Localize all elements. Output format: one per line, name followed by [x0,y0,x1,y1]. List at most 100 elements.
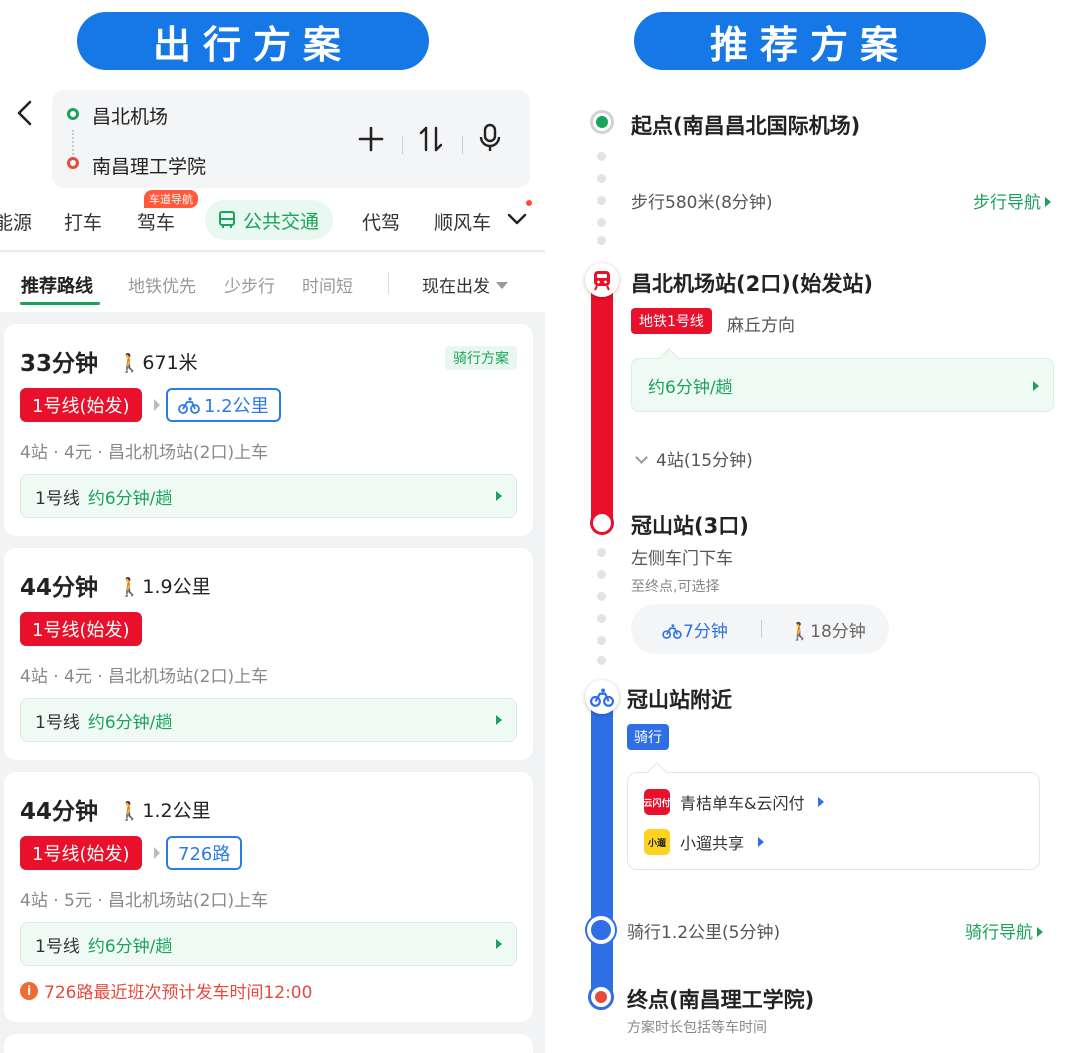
arrow-right-icon [496,491,502,501]
arrow-right-icon [1037,927,1043,937]
arrow-right-icon [818,797,825,807]
arrow-right-icon [758,837,765,847]
walk-dot [597,174,606,183]
walk-dot [597,570,606,579]
walk-dot [597,196,606,205]
back-arrow-icon[interactable] [12,98,38,128]
walk-dot [597,218,606,227]
line-frequency-box[interactable]: 1号线 约6分钟/趟 [20,922,517,966]
route-card[interactable]: 44分钟 🚶 1.2公里 1号线(始发) 726路 4站 · 5元 · 昌北机场站… [4,772,533,1022]
bike-route-bar [591,694,613,996]
walking-icon: 🚶 [789,622,811,642]
destination-field[interactable]: 南昌理工学院 [92,152,206,179]
alighting-station: 冠山站(3口) [631,514,749,538]
walk-navigation-link[interactable]: 步行导航 [973,188,1051,213]
filter-shortest-time[interactable]: 时间短 [302,272,353,297]
option-walk-time: 18分钟 [810,622,866,642]
notification-dot [526,200,532,206]
mode-tab-chauffeur[interactable]: 代驾 [362,208,400,235]
left-banner: 出行方案 [77,12,429,70]
depart-time-dropdown[interactable]: 现在出发 [422,272,508,297]
provider-qingju-name: 青桔单车&云闪付 [680,794,805,813]
mode-tab-drive[interactable]: 驾车 [137,208,175,235]
frequency-line-name: 1号线 [35,712,80,733]
mode-tab-public-transit-label: 公共交通 [243,210,320,233]
route-card[interactable]: 33分钟 🚶 671米 骑行方案 1号线(始发) 1.2公里 4站 · 4元 · … [4,324,533,536]
metro-route-bar [591,276,613,522]
mode-tab-taxi[interactable]: 打车 [64,208,102,235]
walking-icon: 🚶 [118,801,141,822]
route-search-box[interactable]: 昌北机场 南昌理工学院 [52,90,530,188]
mode-tab-carpool[interactable]: 顺风车 [434,208,491,235]
arrow-right-icon [1045,197,1051,207]
near-station: 冠山站附近 [627,688,732,712]
mode-tab-public-transit[interactable]: 公共交通 [205,200,333,240]
filter-less-walking[interactable]: 少步行 [224,272,275,297]
add-waypoint-icon[interactable] [358,126,384,152]
boarding-station: 昌北机场站(2口)(始发站) [631,272,874,296]
filter-metro-first[interactable]: 地铁优先 [128,272,196,297]
active-filter-underline [20,302,100,305]
frequency-line-name: 1号线 [35,936,80,957]
arrow-right-icon [496,715,502,725]
tool-separator [402,136,403,154]
chip-arrow-icon [154,399,160,411]
divider [0,250,545,254]
mode-tab-energy[interactable]: 能源 [0,208,32,235]
line-frequency-box[interactable]: 1号线 约6分钟/趟 [20,698,517,742]
bus-departure-warning: i 726路最近班次预计发车时间12:00 [20,978,312,1003]
depart-time-label: 现在出发 [422,277,490,297]
arrow-right-icon [496,939,502,949]
line-frequency-box[interactable]: 1号线 约6分钟/趟 [20,474,517,518]
bus-line-chip: 726路 [166,836,243,870]
metro-frequency-box[interactable]: 约6分钟/趟 [631,348,1054,412]
route-list: 33分钟 🚶 671米 骑行方案 1号线(始发) 1.2公里 4站 · 4元 · … [0,312,545,1053]
route-filter-tabs: 推荐路线 地铁优先 少步行 时间短 现在出发 [0,264,545,305]
right-banner: 推荐方案 [634,12,986,70]
drive-lane-nav-badge: 车道导航 [144,190,198,208]
walk-dot [597,636,606,645]
route-card[interactable] [4,1034,533,1053]
filter-separator [388,272,389,294]
route-card[interactable]: 44分钟 🚶 1.9公里 1号线(始发) 4站 · 4元 · 昌北机场站(2口)上… [4,548,533,760]
tool-separator [462,136,463,154]
xiaoliu-logo: 小遛 [644,829,670,855]
provider-xiaoliu-name: 小遛共享 [680,834,745,853]
option-bike[interactable]: 7分钟 [661,617,728,642]
provider-xiaoliu[interactable]: 小遛 小遛共享 [644,829,765,855]
metro-line-chip: 1号线(始发) [20,612,142,646]
ride-segment: 骑行1.2公里(5分钟) [627,923,781,943]
bike-share-providers: 云闪付 青桔单车&云闪付 小遛 小遛共享 [627,762,1040,870]
microphone-icon[interactable] [478,123,502,153]
route-walk-distance: 🚶 671米 [118,348,198,375]
ride-navigation-link[interactable]: 骑行导航 [965,918,1043,943]
route-options-panel: 昌北机场 南昌理工学院 能源 打车 驾车 车道导航 公共交通 代驾 顺风车 推荐… [0,80,545,1053]
end-node [588,984,614,1010]
chevron-down-icon[interactable] [506,208,528,230]
walk-dot [597,656,606,665]
walk-dot [597,592,606,601]
provider-qingju[interactable]: 云闪付 青桔单车&云闪付 [644,789,825,815]
walk-segment: 步行580米(8分钟) [631,193,773,213]
metro-line-badge: 地铁1号线 [631,308,712,334]
destination-dot-icon [67,157,79,169]
route-station-info: 4站 · 4元 · 昌北机场站(2口)上车 [20,443,269,463]
frequency-text: 约6分钟/趟 [87,488,173,509]
walk-navigation-label: 步行导航 [973,193,1041,213]
end-dot-icon [595,991,607,1003]
option-walk[interactable]: 🚶18分钟 [789,617,866,642]
info-icon: i [20,981,38,1000]
route-walk-value: 1.9公里 [142,576,211,598]
filter-recommended[interactable]: 推荐路线 [21,272,93,298]
origin-field[interactable]: 昌北机场 [92,102,168,129]
swap-route-icon[interactable] [418,125,444,153]
metro-line-chip: 1号线(始发) [20,388,142,422]
metro-icon [594,271,610,291]
bus-icon [219,211,235,228]
route-station-info: 4站 · 4元 · 昌北机场站(2口)上车 [20,667,269,687]
walk-dot [597,614,606,623]
route-duration: 44分钟 [20,575,99,601]
frequency-line-name: 1号线 [35,488,80,509]
door-side-text: 左侧车门下车 [631,549,733,569]
stops-toggle[interactable]: 4站(15分钟) [635,446,753,471]
